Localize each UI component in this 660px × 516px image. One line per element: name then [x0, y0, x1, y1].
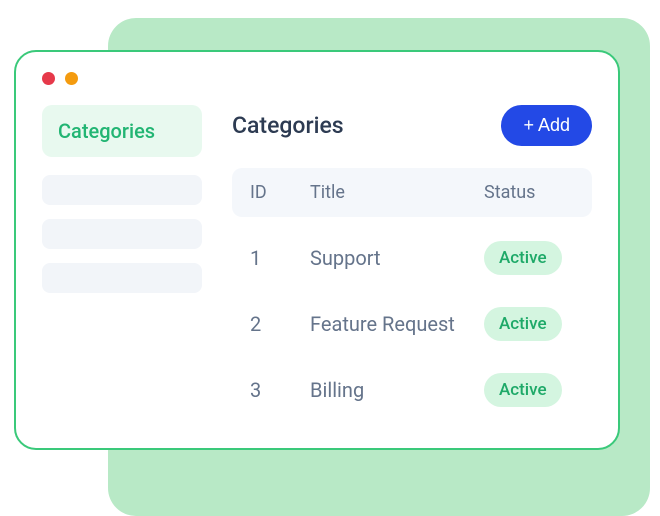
status-badge: Active [484, 241, 562, 275]
status-badge: Active [484, 373, 562, 407]
minimize-window-icon[interactable] [65, 72, 78, 85]
cell-id: 2 [250, 312, 310, 336]
sidebar-item-categories[interactable]: Categories [42, 105, 202, 157]
cell-title: Feature Request [310, 312, 484, 336]
cell-title: Billing [310, 378, 484, 402]
table-row[interactable]: 3 Billing Active [232, 357, 592, 423]
cell-status: Active [484, 307, 574, 341]
table-row[interactable]: 2 Feature Request Active [232, 291, 592, 357]
sidebar-item-placeholder[interactable] [42, 263, 202, 293]
column-header-id: ID [250, 182, 310, 203]
cell-title: Support [310, 246, 484, 270]
categories-table: ID Title Status 1 Support Active 2 Featu… [232, 168, 592, 423]
app-window: Categories Categories + Add ID Title Sta… [14, 50, 620, 450]
table-header-row: ID Title Status [232, 168, 592, 217]
table-row[interactable]: 1 Support Active [232, 225, 592, 291]
close-window-icon[interactable] [42, 72, 55, 85]
sidebar-item-label: Categories [58, 119, 155, 143]
sidebar: Categories [42, 105, 202, 423]
main-content: Categories + Add ID Title Status 1 Suppo… [232, 105, 592, 423]
cell-id: 3 [250, 378, 310, 402]
cell-id: 1 [250, 246, 310, 270]
sidebar-item-placeholder[interactable] [42, 219, 202, 249]
page-header: Categories + Add [232, 105, 592, 146]
sidebar-item-placeholder[interactable] [42, 175, 202, 205]
column-header-status: Status [484, 182, 574, 203]
column-header-title: Title [310, 182, 484, 203]
window-controls [42, 72, 592, 85]
add-button[interactable]: + Add [501, 105, 592, 146]
status-badge: Active [484, 307, 562, 341]
page-title: Categories [232, 112, 344, 139]
cell-status: Active [484, 373, 574, 407]
cell-status: Active [484, 241, 574, 275]
